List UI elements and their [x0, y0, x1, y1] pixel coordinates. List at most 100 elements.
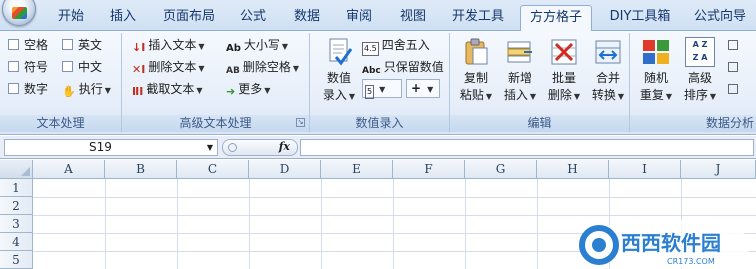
- watermark-brand: 西西软件园: [621, 231, 721, 255]
- analysis-small-button-2[interactable]: [728, 57, 741, 77]
- chevron-down-icon: ▼: [198, 42, 205, 51]
- format-dropdown[interactable]: 5 ▼: [362, 79, 402, 99]
- more-button[interactable]: ➜ 更多 ▼: [226, 79, 270, 99]
- random-repeat-label-row: 重复 ▼: [634, 87, 678, 105]
- grid-line: [249, 179, 250, 269]
- column-header[interactable]: C: [177, 160, 249, 179]
- batch-delete-button[interactable]: 批量 删除 ▼: [542, 37, 586, 105]
- grid-line: [105, 179, 106, 269]
- batch-delete-label-1: 批量: [551, 71, 576, 85]
- number-input-button[interactable]: 数值 录入 ▼: [314, 37, 364, 105]
- chevron-down-icon: ▼: [348, 92, 356, 101]
- delete-text-button[interactable]: ✕Ⅰ 删除文本 ▼: [132, 57, 204, 77]
- column-header[interactable]: D: [249, 160, 321, 179]
- chevron-down-icon: ▼: [379, 85, 386, 94]
- more-label: 更多: [238, 82, 263, 96]
- column-header[interactable]: I: [609, 160, 681, 179]
- cell-reference: S19: [89, 140, 112, 154]
- tab-data[interactable]: 数据: [286, 5, 328, 31]
- round-button[interactable]: 4.5 四舍五入: [362, 35, 430, 56]
- cut-text-button[interactable]: ⅡⅠ 截取文本 ▼: [132, 79, 203, 99]
- tab-diy-toolbox[interactable]: DIY工具箱: [602, 5, 678, 31]
- row-header[interactable]: 5: [0, 251, 33, 269]
- merge-convert-button[interactable]: 合并 转换 ▼: [586, 37, 630, 105]
- select-all-button[interactable]: [0, 160, 33, 179]
- checkbox-box[interactable]: [8, 61, 19, 72]
- checkbox-box[interactable]: [8, 39, 19, 50]
- copy-paste-button[interactable]: 复制 粘贴 ▼: [454, 37, 498, 105]
- name-box[interactable]: S19 ▼: [4, 139, 218, 156]
- row-header[interactable]: 1: [0, 179, 33, 197]
- row-header[interactable]: 4: [0, 233, 33, 251]
- add-insert-label-2: 插入: [503, 88, 528, 102]
- group-label: 高级文本处理 ↘: [122, 115, 309, 132]
- delete-space-button[interactable]: AB 删除空格 ▼: [226, 57, 299, 77]
- expand-handle-icon[interactable]: [228, 143, 237, 152]
- column-header[interactable]: B: [105, 160, 177, 179]
- random-icon: [643, 40, 669, 64]
- checkbox-box[interactable]: [8, 83, 19, 94]
- office-button[interactable]: [2, 0, 36, 26]
- add-insert-button[interactable]: 新增 插入 ▼: [498, 37, 542, 105]
- grid-line: [177, 179, 178, 269]
- dialog-launcher-icon[interactable]: ↘: [296, 118, 305, 127]
- checkbox-chinese[interactable]: 中文: [62, 57, 102, 77]
- keep-value-label: 只保留数值: [383, 60, 444, 74]
- checkbox-number[interactable]: 数字: [8, 79, 48, 99]
- tab-formula-wizard[interactable]: 公式向导: [686, 5, 754, 31]
- row-header[interactable]: 3: [0, 215, 33, 233]
- chevron-down-icon: ▼: [196, 86, 203, 95]
- case-button[interactable]: Ab 大小写 ▼: [226, 35, 288, 55]
- plus-dropdown[interactable]: + ▼: [406, 79, 440, 98]
- delete-text-icon: ✕Ⅰ: [132, 63, 146, 76]
- tab-view[interactable]: 视图: [392, 5, 434, 31]
- sort-az-icon: A Z Z A: [685, 37, 715, 67]
- tab-home[interactable]: 开始: [50, 5, 92, 31]
- clipboard-icon: [465, 38, 488, 65]
- row-header[interactable]: 2: [0, 197, 33, 215]
- formula-input[interactable]: [300, 139, 754, 156]
- tab-insert[interactable]: 插入: [102, 5, 144, 31]
- checkbox-space[interactable]: 空格: [8, 35, 48, 55]
- chevron-down-icon: ▼: [485, 92, 493, 101]
- tab-page-layout[interactable]: 页面布局: [156, 5, 222, 31]
- column-header[interactable]: A: [33, 160, 105, 179]
- chevron-down-icon: ▼: [709, 92, 717, 101]
- random-repeat-button[interactable]: 随机 重复 ▼: [634, 37, 678, 105]
- case-icon: Ab: [226, 43, 241, 54]
- tab-developer[interactable]: 开发工具: [446, 5, 510, 31]
- execute-button[interactable]: ✋ 执行 ▼: [62, 79, 111, 99]
- checkbox-english[interactable]: 英文: [62, 35, 102, 55]
- column-header[interactable]: H: [537, 160, 609, 179]
- keep-value-button[interactable]: Abc 只保留数值: [362, 57, 444, 77]
- tab-fangfanggezi[interactable]: 方方格子: [520, 5, 592, 32]
- column-header[interactable]: J: [681, 160, 756, 179]
- group-advanced-text: ↓Ⅰ 插入文本 ▼ ✕Ⅰ 删除文本 ▼ ⅡⅠ 截取文本 ▼ Ab 大小写 ▼ AB 删除空格 ▼ ➜…: [122, 33, 310, 132]
- tab-formulas[interactable]: 公式: [232, 5, 274, 31]
- chevron-down-icon[interactable]: ▼: [207, 140, 213, 155]
- column-header[interactable]: E: [321, 160, 393, 179]
- insert-text-button[interactable]: ↓Ⅰ 插入文本 ▼: [132, 35, 204, 55]
- checkbox-box[interactable]: [62, 61, 73, 72]
- chevron-down-icon: ▼: [617, 92, 625, 101]
- group-number-input: 数值 录入 ▼ 4.5 四舍五入 Abc 只保留数值 5 ▼ + ▼ 数值录入: [310, 33, 450, 132]
- analysis-small-button-3[interactable]: [728, 79, 741, 99]
- add-insert-label-row: 插入 ▼: [498, 87, 542, 105]
- round-label: 四舍五入: [381, 38, 430, 52]
- delete-space-label: 删除空格: [242, 60, 291, 74]
- insert-function-button[interactable]: fx: [279, 140, 290, 153]
- watermark-url: CR173.COM: [667, 257, 715, 266]
- batch-delete-label-row: 删除 ▼: [542, 87, 586, 105]
- delete-space-icon: AB: [226, 66, 240, 76]
- merge-convert-label-1: 合并: [595, 71, 620, 85]
- analysis-small-button-1[interactable]: [728, 35, 741, 55]
- checkbox-box[interactable]: [62, 39, 73, 50]
- checkbox-symbol[interactable]: 符号: [8, 57, 48, 77]
- advanced-sort-button[interactable]: A Z Z A 高级 排序 ▼: [678, 37, 722, 105]
- column-header[interactable]: G: [465, 160, 537, 179]
- delete-text-label: 删除文本: [148, 60, 197, 74]
- column-header[interactable]: F: [393, 160, 465, 179]
- advanced-sort-label-2: 排序: [683, 88, 708, 102]
- random-repeat-label-2: 重复: [639, 88, 664, 102]
- tab-review[interactable]: 审阅: [338, 5, 380, 31]
